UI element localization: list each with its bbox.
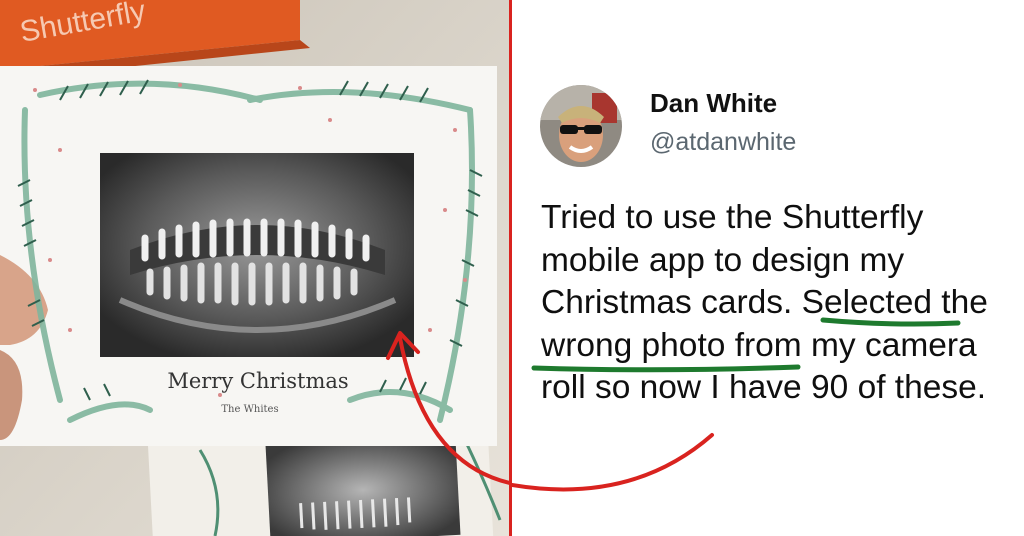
card-photo: Shutterfly Merry Christmas The Whites (0, 0, 510, 536)
avatar[interactable] (540, 85, 622, 167)
avatar-image (540, 85, 622, 167)
display-name[interactable]: Dan White (650, 88, 777, 119)
annotation-arrow-right (512, 433, 714, 492)
card-greeting: Merry Christmas (167, 369, 348, 393)
card-signature: The Whites (221, 404, 278, 415)
user-handle[interactable]: @atdanwhite (650, 128, 796, 157)
tweet-text: Tried to use the Shutterfly mobile app t… (541, 199, 988, 406)
card-photo-illustration: Shutterfly Merry Christmas The Whites (0, 0, 510, 536)
